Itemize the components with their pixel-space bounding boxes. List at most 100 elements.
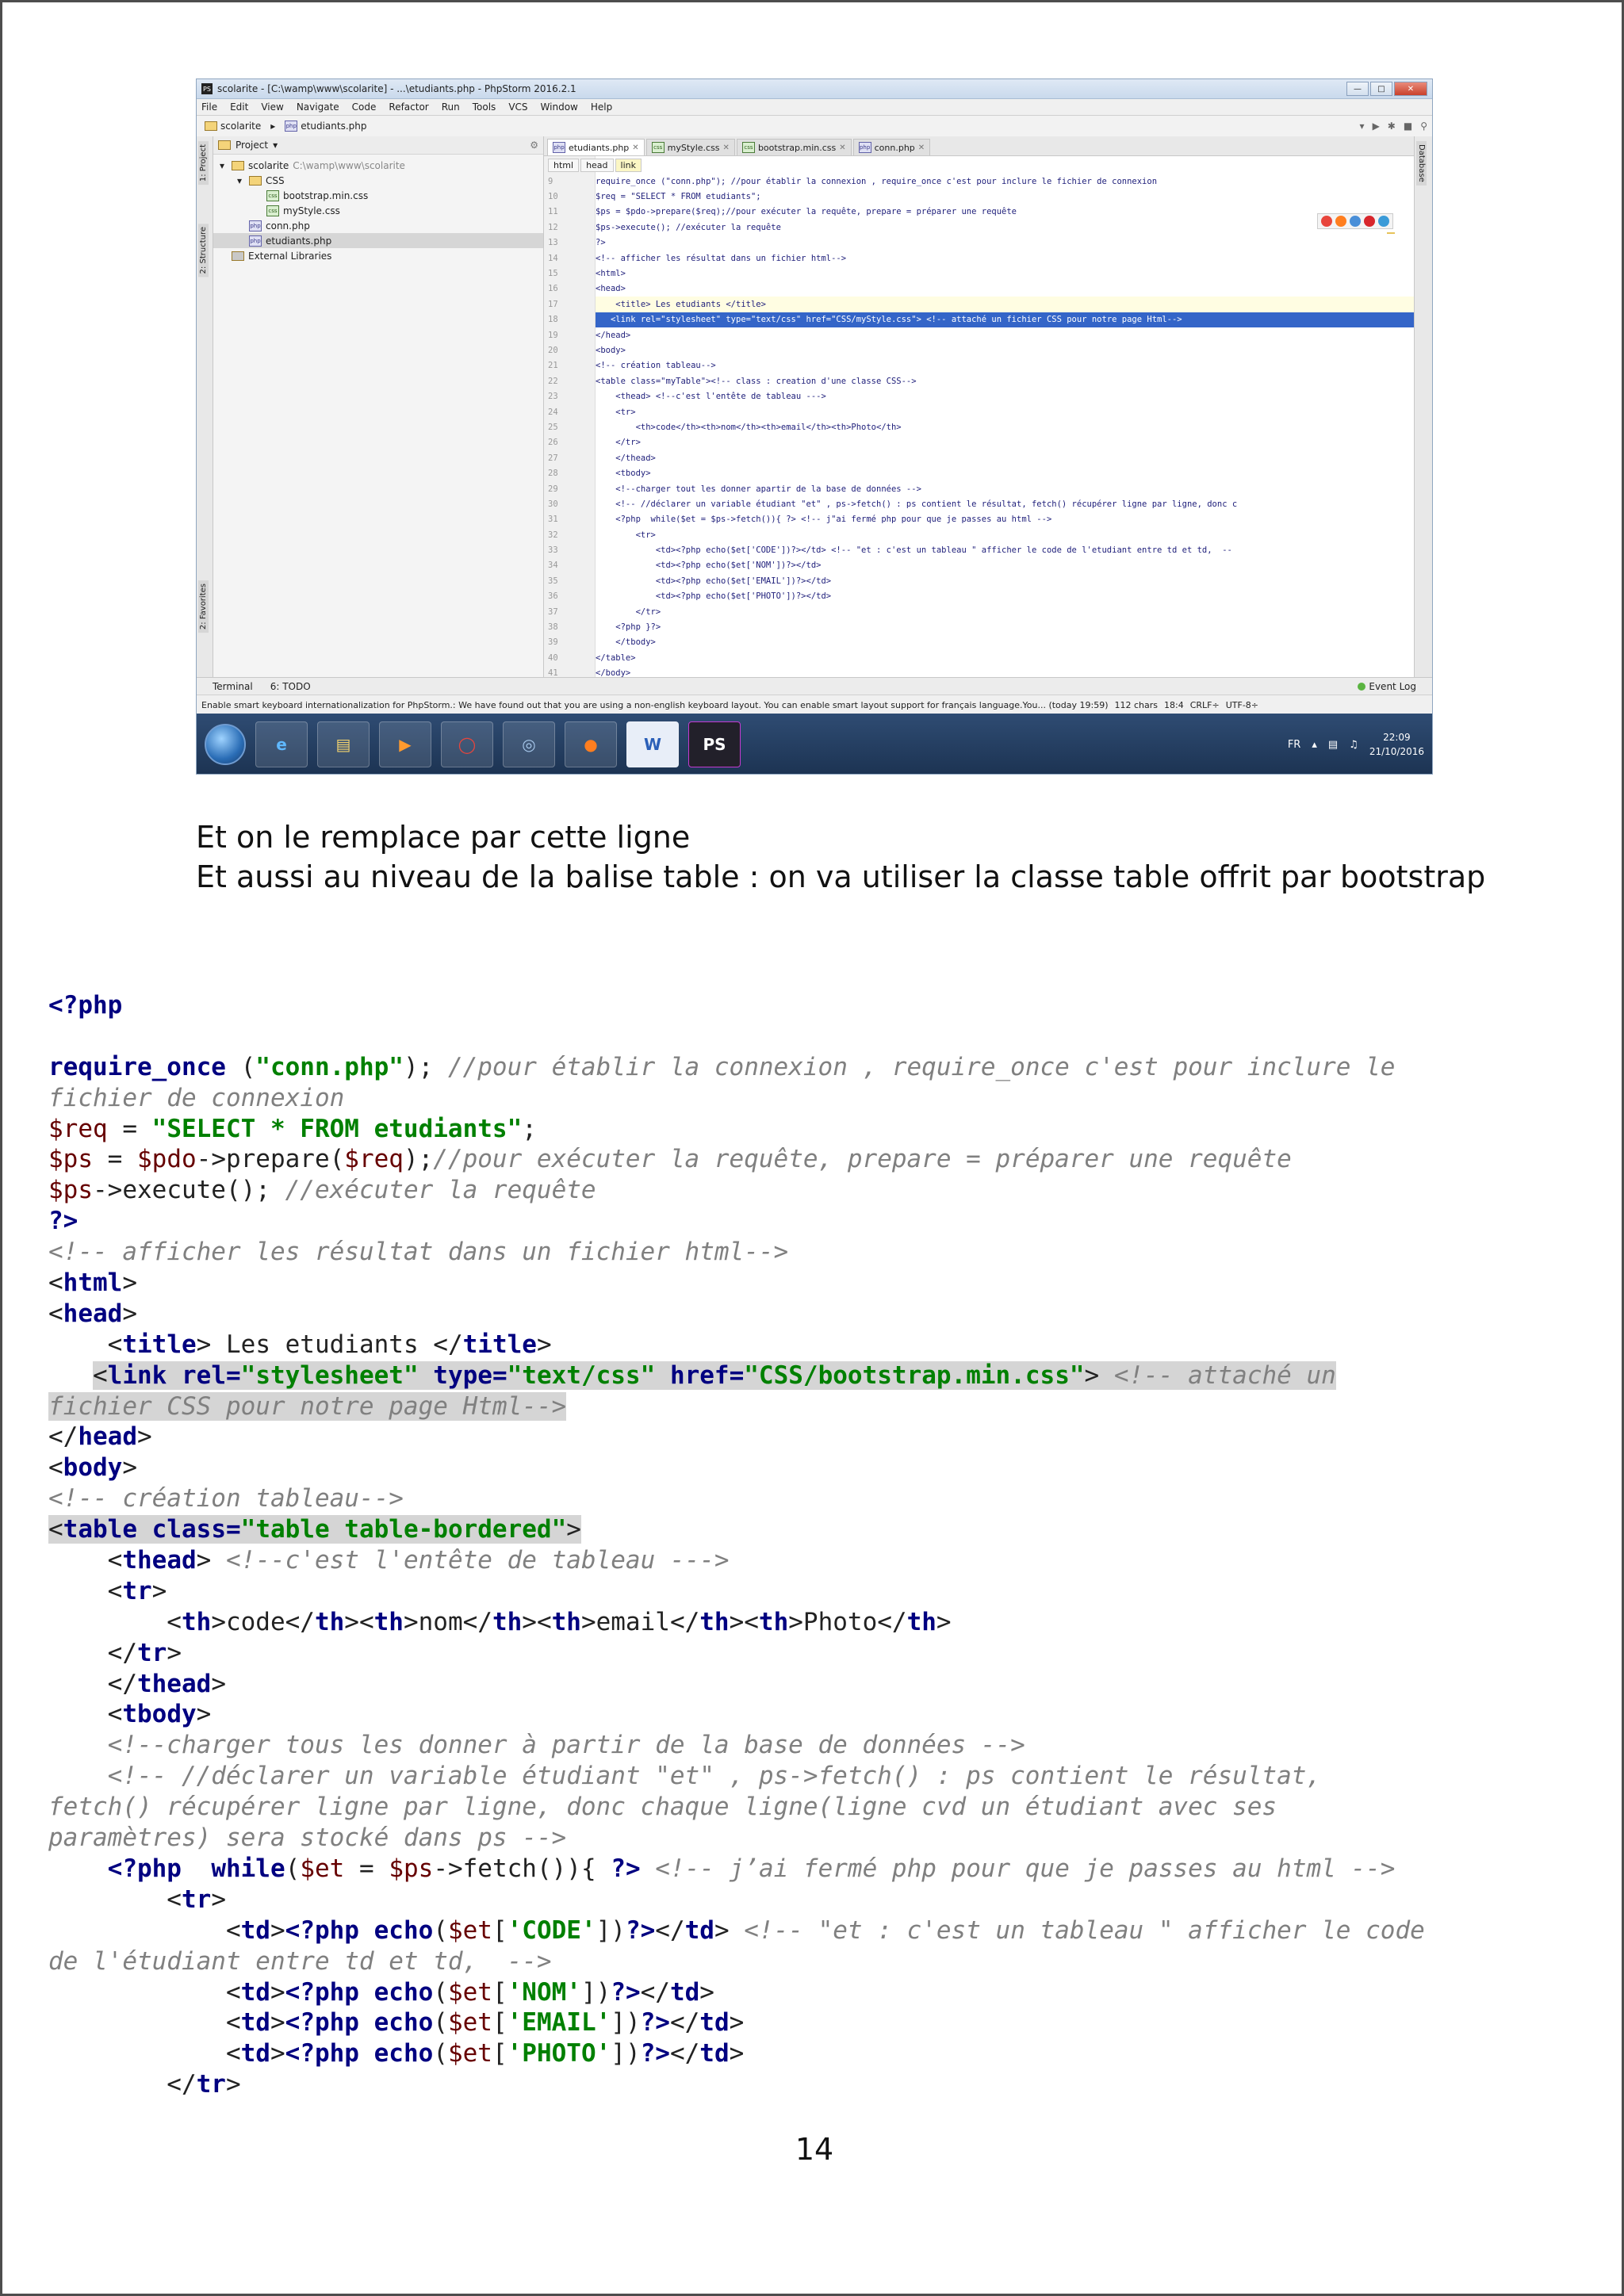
word-icon[interactable]: W [626,721,679,767]
firefox-icon[interactable]: ● [565,721,617,767]
code-view[interactable]: html head link 9 require_once ("conn.php");… [545,156,1414,677]
project-view-dropdown[interactable]: Project [236,140,268,151]
menu-item-file[interactable]: File [201,101,217,113]
menu-item-window[interactable]: Window [541,101,578,113]
code-crumb[interactable]: head [580,158,614,172]
volume-icon[interactable]: ♫ [1349,739,1358,751]
chrome-icon[interactable]: ◯ [441,721,493,767]
terminal-tool-button[interactable]: Terminal [213,681,253,692]
window-controls: — □ ✕ [1346,82,1427,96]
tool-tab-project[interactable]: 1: Project [198,141,209,186]
css-file-icon: css [266,189,279,201]
line-number: 40 [548,652,558,663]
internet-explorer-icon[interactable]: e [255,721,308,767]
media-player-icon[interactable]: ▶ [379,721,431,767]
tree-item[interactable]: ▾ scolarite C:\wamp\www\scolarite [213,158,543,173]
menu-item-code[interactable]: Code [352,101,377,113]
editor-code-line: 23 <thead> <!--c'est l'entête de tableau… [548,388,1414,404]
line-text: <?php }?> [596,622,661,633]
menu-item-view[interactable]: View [261,101,283,113]
tree-item[interactable]: php conn.php [213,218,543,233]
php-file-icon: php [858,142,871,153]
line-number: 28 [548,469,558,479]
network-icon[interactable]: ▤ [1328,739,1338,751]
line-number: 39 [548,637,558,648]
panel-settings-icon[interactable]: ⚙ [530,140,538,151]
menu-item-tools[interactable]: Tools [473,101,496,113]
breadcrumb-project[interactable]: scolarite [201,120,264,132]
editor-tab[interactable]: css bootstrap.min.css ✕ [736,139,852,155]
tree-item[interactable]: css bootstrap.min.css [213,188,543,203]
code-line: <!--charger tous les donner à partir de … [107,1731,1025,1760]
tree-item[interactable]: External Libraries [213,248,543,263]
status-encoding[interactable]: UTF-8÷ [1226,700,1258,710]
menu-item-vcs[interactable]: VCS [508,101,527,113]
file-explorer-icon[interactable]: ▤ [317,721,370,767]
code-line: <td><?php echo($et['NOM'])?></td> [48,1977,714,2007]
todo-tool-button[interactable]: 6: TODO [270,681,311,692]
php-file-icon: php [285,121,298,132]
close-tab-icon[interactable]: ✕ [723,144,730,152]
editor-code-line: 35 <td><?php echo($et['EMAIL'])?></td> [548,573,1414,588]
line-text: require_once ("conn.php"); //pour établi… [596,176,1158,186]
folder-icon [205,121,217,131]
tool-tab-structure[interactable]: 2: Structure [198,224,209,277]
line-number: 34 [548,561,558,571]
menu-item-edit[interactable]: Edit [230,101,248,113]
code-crumb[interactable]: link [615,158,642,172]
menu-item-refactor[interactable]: Refactor [389,101,428,113]
maximize-button[interactable]: □ [1370,82,1392,96]
line-text: $ps = $pdo->prepare($req);//pour exécute… [596,207,1017,217]
tool-tab-database[interactable]: Database [1416,141,1427,186]
breadcrumb-file[interactable]: php etudiants.php [282,120,370,132]
debug-icon[interactable]: ✱ [1388,121,1396,132]
close-tab-icon[interactable]: ✕ [918,144,925,152]
line-text: $ps->execute(); //exécuter la requête [596,222,781,232]
minimize-button[interactable]: — [1346,82,1369,96]
editor-code-line: 27 </thead> [548,450,1414,465]
code-line: <!-- afficher les résultat dans un fichi… [48,1238,789,1267]
line-number: 20 [548,345,558,355]
editor-tab[interactable]: php conn.php ✕ [852,139,931,155]
close-button[interactable]: ✕ [1394,82,1427,96]
tree-item-label: etudiants.php [266,235,332,247]
tree-item[interactable]: php etudiants.php [213,233,543,248]
taskbar-clock[interactable]: 22:09 21/10/2016 [1369,730,1424,759]
phpstorm-taskbar-icon[interactable]: PS [688,721,741,767]
document-page: PS scolarite - [C:\wamp\www\scolarite] -… [0,0,1624,2296]
run-config-dropdown[interactable]: ▾ [1360,121,1365,132]
menu-item-help[interactable]: Help [591,101,612,113]
tool-tab-favorites[interactable]: 2: Favorites [198,580,209,633]
status-bar: Enable smart keyboard internationalizati… [197,695,1432,714]
editor-tab[interactable]: php etudiants.php ✕ [547,139,645,155]
stop-icon[interactable]: ■ [1404,121,1412,132]
close-tab-icon[interactable]: ✕ [632,144,638,152]
tree-item[interactable]: ▾ CSS [213,173,543,188]
app-icon[interactable]: ◎ [503,721,555,767]
language-indicator[interactable]: FR [1288,739,1301,751]
status-message[interactable]: Enable smart keyboard internationalizati… [201,700,1109,710]
tree-item[interactable]: css myStyle.css [213,203,543,218]
editor-tab-label: bootstrap.min.css [757,142,837,153]
line-text: <?php while($et = $ps->fetch()){ ?> <!--… [596,515,1052,525]
close-tab-icon[interactable]: ✕ [839,144,845,152]
css-file-icon: css [651,142,665,153]
status-position[interactable]: 18:4 [1164,700,1184,710]
code-line: <?php while($et = $ps->fetch()){ ?> <!--… [107,1854,1396,1883]
status-line-separator[interactable]: CRLF÷ [1190,700,1220,710]
menu-item-run[interactable]: Run [442,101,460,113]
project-panel-header: Project ▾ ⚙ [213,136,543,155]
event-log-button[interactable]: Event Log [1358,681,1416,692]
editor-tab[interactable]: css myStyle.css ✕ [645,139,735,155]
chevron-down-icon[interactable]: ▾ [273,140,278,151]
menu-item-navigate[interactable]: Navigate [297,101,339,113]
start-button[interactable] [205,724,246,765]
editor-main: html head link 9 require_once ("conn.php");… [544,156,1414,677]
search-icon[interactable]: ⚲ [1420,121,1427,132]
code-line: <tr> [48,1885,226,1914]
code-line: <!-- //déclarer un variable étudiant "et… [107,1762,1322,1791]
run-icon[interactable]: ▶ [1373,121,1380,132]
code-crumb[interactable]: html [548,158,580,172]
tray-expand-icon[interactable]: ▴ [1312,739,1317,751]
code-line: <head> [48,1299,137,1328]
